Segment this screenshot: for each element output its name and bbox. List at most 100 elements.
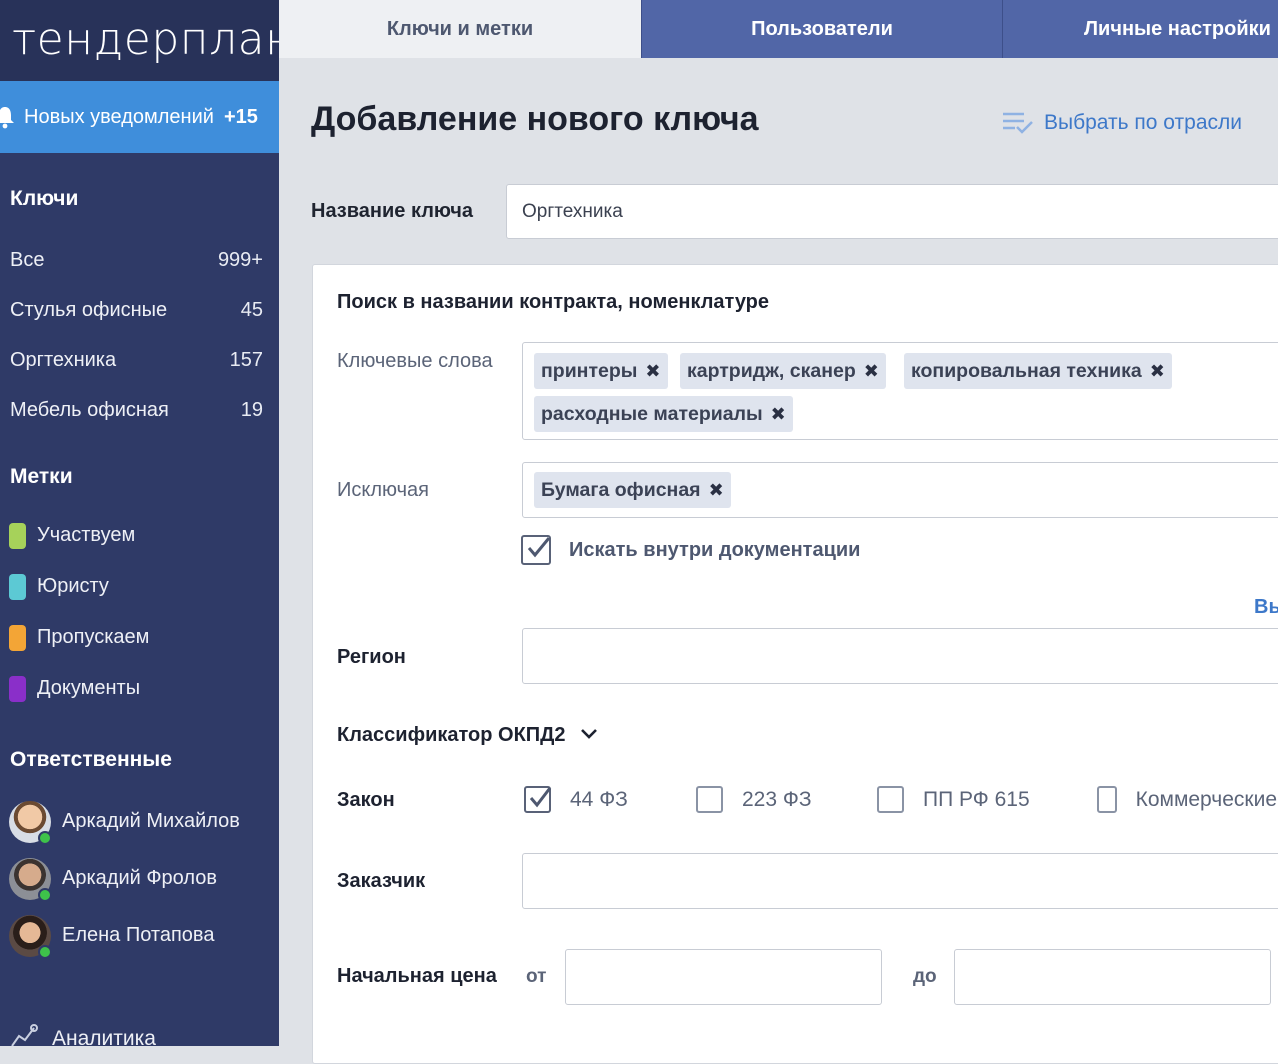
- notifications-count: +15: [223, 105, 258, 128]
- chip-label: картридж, сканер: [687, 359, 856, 382]
- exclude-input[interactable]: Бумага офисная ✖: [522, 462, 1278, 518]
- law-option-label: ПП РФ 615: [923, 787, 1030, 811]
- online-status-dot: [38, 830, 52, 845]
- chip-label: принтеры: [541, 359, 638, 382]
- law-option-label: 223 ФЗ: [742, 787, 812, 811]
- sidebar-key-label: Оргтехника: [10, 348, 117, 371]
- keyword-chip[interactable]: расходные материалы ✖: [534, 396, 793, 432]
- search-section-title: Поиск в названии контракта, номенклатуре: [337, 291, 770, 313]
- responsible-heading: Ответственные: [10, 748, 172, 771]
- customer-input[interactable]: [522, 853, 1278, 909]
- tab-users[interactable]: Пользователи: [641, 0, 1002, 58]
- person-name: Елена Потапова: [62, 924, 215, 946]
- sidebar-tag-label: Участвуем: [37, 524, 136, 546]
- sidebar-tag-lawyer[interactable]: Юристу: [0, 561, 279, 612]
- law-checkbox[interactable]: [1097, 786, 1117, 813]
- select-by-industry-link[interactable]: Выбрать по отрасли: [1002, 110, 1242, 136]
- sidebar-key-label: Мебель офисная: [10, 398, 169, 421]
- exclude-label: Исключая: [337, 479, 429, 501]
- keywords-label: Ключевые слова: [337, 350, 493, 372]
- search-docs-checkbox[interactable]: [521, 535, 551, 565]
- avatar: [9, 800, 52, 845]
- region-input[interactable]: [522, 628, 1278, 684]
- tab-keys-tags[interactable]: Ключи и метки: [279, 0, 641, 58]
- sidebar-key-office-equipment[interactable]: Оргтехника 157: [0, 335, 279, 385]
- sidebar-key-furniture[interactable]: Мебель офисная 19: [0, 385, 279, 435]
- tag-color-marker: [9, 573, 26, 600]
- close-icon[interactable]: ✖: [645, 361, 660, 382]
- logo[interactable]: тендерплан: [0, 0, 279, 81]
- chevron-down-icon: [580, 727, 598, 745]
- sidebar-person[interactable]: Аркадий Фролов: [0, 850, 279, 907]
- law-option-223fz[interactable]: 223 ФЗ: [696, 786, 812, 813]
- search-docs-option[interactable]: Искать внутри документации: [521, 535, 860, 565]
- close-icon[interactable]: ✖: [864, 361, 879, 382]
- law-option-44fz[interactable]: 44 ФЗ: [524, 786, 628, 813]
- tab-personal-settings[interactable]: Личные настройки: [1002, 0, 1278, 58]
- classifier-label: Классификатор ОКПД2: [337, 724, 566, 746]
- sidebar-tag-label: Документы: [37, 677, 141, 699]
- tag-color-marker: [9, 624, 26, 651]
- sidebar-key-count: 45: [240, 298, 263, 321]
- sidebar-key-label: Стулья офисные: [10, 298, 168, 321]
- sidebar-analytics[interactable]: Аналитика: [10, 1024, 156, 1046]
- select-link-truncated[interactable]: Вь: [1254, 596, 1278, 619]
- sidebar-key-count: 19: [240, 398, 263, 421]
- price-from-input[interactable]: [565, 949, 882, 1005]
- keyword-chip[interactable]: картридж, сканер ✖: [680, 353, 886, 389]
- keyword-chip[interactable]: копировальная техника ✖: [904, 353, 1172, 389]
- law-option-label: 44 ФЗ: [570, 787, 628, 811]
- sidebar-key-count: 157: [229, 348, 263, 371]
- tags-heading: Метки: [10, 465, 73, 488]
- law-checkbox[interactable]: [877, 786, 904, 813]
- online-status-dot: [38, 887, 52, 902]
- chip-label: расходные материалы: [541, 402, 763, 425]
- chip-label: Бумага офисная: [541, 478, 701, 501]
- sidebar: тендерплан Новых уведомлений +15 Ключи В…: [0, 0, 279, 1046]
- law-option-commercial[interactable]: Коммерческие: [1097, 786, 1277, 813]
- price-from-label: от: [526, 966, 547, 987]
- sidebar-tag-label: Юристу: [37, 575, 109, 597]
- sidebar-key-chairs[interactable]: Стулья офисные 45: [0, 285, 279, 335]
- analytics-label: Аналитика: [52, 1027, 156, 1046]
- avatar: [9, 914, 52, 959]
- notifications-bar[interactable]: Новых уведомлений +15: [0, 81, 279, 153]
- sidebar-tag-skip[interactable]: Пропускаем: [0, 612, 279, 663]
- law-checkbox[interactable]: [696, 786, 723, 813]
- bell-icon: [0, 105, 14, 129]
- law-option-pp615[interactable]: ПП РФ 615: [877, 786, 1030, 813]
- region-label: Регион: [337, 646, 406, 668]
- key-name-input[interactable]: [506, 184, 1278, 239]
- exclude-chip[interactable]: Бумага офисная ✖: [534, 472, 731, 508]
- close-icon[interactable]: ✖: [709, 480, 724, 501]
- keys-heading: Ключи: [10, 187, 79, 210]
- close-icon[interactable]: ✖: [1150, 361, 1165, 382]
- sidebar-tag-documents[interactable]: Документы: [0, 663, 279, 714]
- person-name: Аркадий Фролов: [62, 867, 217, 889]
- sidebar-key-count: 999+: [217, 248, 263, 271]
- keyword-chip[interactable]: принтеры ✖: [534, 353, 668, 389]
- search-settings-panel: Поиск в названии контракта, номенклатуре…: [312, 264, 1278, 1064]
- search-docs-label: Искать внутри документации: [569, 538, 861, 561]
- customer-label: Заказчик: [337, 870, 426, 892]
- person-name: Аркадий Михайлов: [62, 810, 240, 832]
- price-to-input[interactable]: [954, 949, 1271, 1005]
- keywords-input[interactable]: принтеры ✖ картридж, сканер ✖ копировальна…: [522, 342, 1278, 440]
- close-icon[interactable]: ✖: [771, 404, 786, 425]
- top-tabs: Ключи и метки Пользователи Личные настро…: [279, 0, 1278, 58]
- key-name-label: Название ключа: [311, 200, 473, 222]
- sidebar-tag-participate[interactable]: Участвуем: [0, 510, 279, 561]
- law-option-label: Коммерческие: [1135, 787, 1277, 811]
- tag-color-marker: [9, 522, 26, 549]
- law-checkbox[interactable]: [524, 786, 552, 813]
- sidebar-key-all[interactable]: Все 999+: [0, 235, 279, 285]
- select-by-industry-label: Выбрать по отрасли: [1044, 111, 1242, 134]
- sidebar-person[interactable]: Елена Потапова: [0, 907, 279, 964]
- online-status-dot: [38, 944, 52, 959]
- classifier-toggle[interactable]: Классификатор ОКПД2: [337, 724, 598, 747]
- sidebar-person[interactable]: Аркадий Михайлов: [0, 793, 279, 850]
- tag-color-marker: [9, 675, 26, 702]
- avatar: [9, 857, 52, 902]
- start-price-label: Начальная цена: [337, 965, 497, 987]
- sidebar-key-label: Все: [10, 248, 45, 271]
